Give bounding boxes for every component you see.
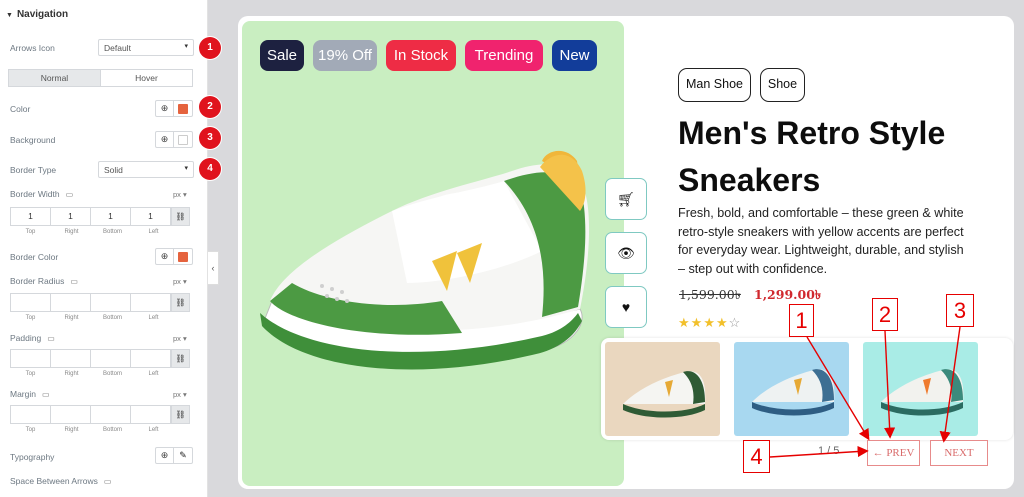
annotation-arrows xyxy=(769,326,961,458)
